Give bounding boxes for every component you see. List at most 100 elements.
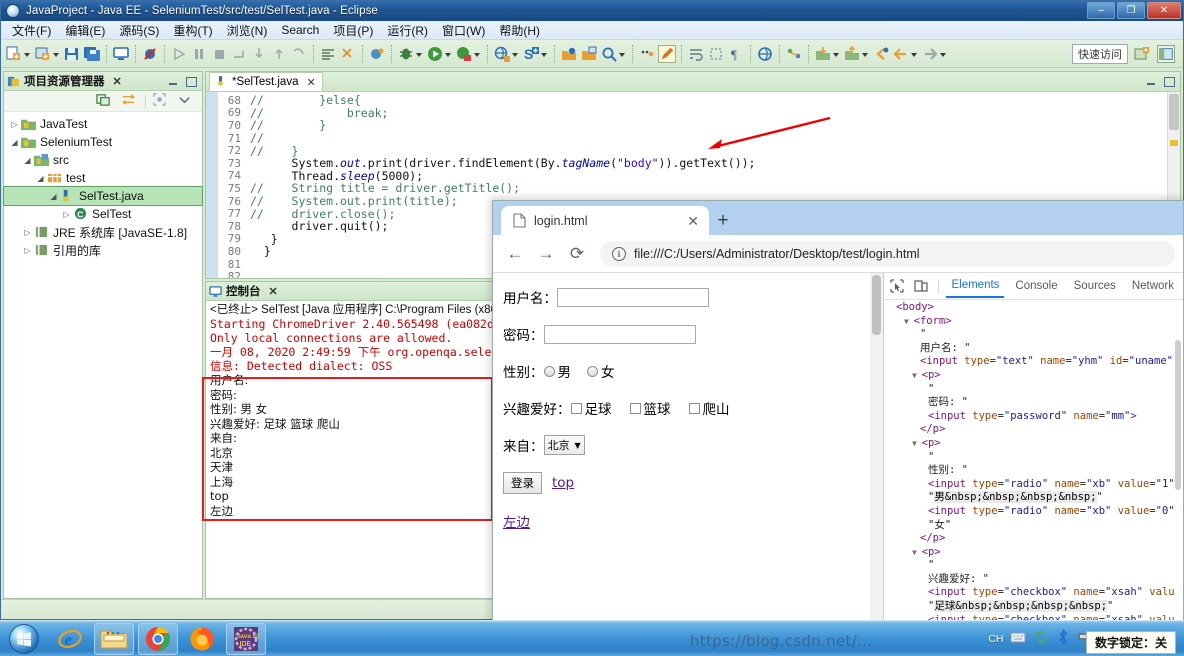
forward-button[interactable]: → <box>532 240 560 268</box>
new-file-icon[interactable] <box>5 45 23 63</box>
import-dropdown-icon[interactable] <box>833 45 840 63</box>
collapse-arrow-icon[interactable]: ◢ <box>34 174 47 183</box>
new-web-project-dropdown-icon[interactable] <box>512 45 519 63</box>
maximize-editor-icon[interactable] <box>1162 76 1175 87</box>
expand-arrow-icon[interactable]: ▷ <box>21 246 34 255</box>
menu-item-help[interactable]: 帮助(H) <box>492 21 547 40</box>
back-nav-icon[interactable] <box>892 45 910 63</box>
taskbar-google-chrome-icon[interactable] <box>138 622 178 655</box>
back-history-icon[interactable] <box>872 45 890 63</box>
dom-node-row[interactable]: 用户名: " <box>888 342 1183 356</box>
import-icon[interactable] <box>814 45 832 63</box>
show-whitespace-icon[interactable] <box>707 45 725 63</box>
dom-node-row[interactable]: </p> <box>888 532 1183 546</box>
dom-node-row[interactable]: ▼ <p> <box>888 369 1183 383</box>
tray-sync-icon[interactable] <box>1033 629 1049 648</box>
device-toolbar-icon[interactable] <box>912 277 930 295</box>
dom-node-row[interactable]: ▼ <form> <box>888 315 1183 329</box>
tree-item-referenced-libraries[interactable]: ▷ 引用的库 <box>4 241 202 259</box>
menu-item-project[interactable]: 项目(P) <box>326 21 380 40</box>
menu-item-run[interactable]: 运行(R) <box>380 21 435 40</box>
next-annotation-icon[interactable] <box>339 45 357 63</box>
pilcrow-icon[interactable]: ¶ <box>727 45 745 63</box>
export-icon[interactable] <box>843 45 861 63</box>
devtools-tab-elements[interactable]: Elements <box>946 275 1005 298</box>
password-input[interactable] <box>543 324 696 344</box>
wrap-text-icon[interactable] <box>687 45 705 63</box>
back-nav-dropdown-icon[interactable] <box>911 45 918 63</box>
dom-node-row[interactable]: 密码: " <box>888 396 1183 410</box>
dom-expand-arrow-icon[interactable]: ▼ <box>912 439 922 448</box>
left-link[interactable]: 左边 <box>503 511 530 531</box>
taskbar-firefox-icon[interactable] <box>182 623 222 655</box>
top-link[interactable]: top <box>552 475 574 491</box>
run-dropdown-icon[interactable] <box>445 45 452 63</box>
dom-node-row[interactable]: 性别: " <box>888 464 1183 478</box>
new-server-icon[interactable]: S <box>522 45 540 63</box>
taskbar-eclipse-javaee-icon[interactable]: Java EE IDE <box>226 622 266 655</box>
devtools-tab-sources[interactable]: Sources <box>1069 276 1121 297</box>
menu-item-file[interactable]: 文件(F) <box>5 21 58 40</box>
expand-arrow-icon[interactable]: ▷ <box>60 210 73 219</box>
dom-expand-arrow-icon[interactable]: ▼ <box>912 371 922 380</box>
new-wizard-dropdown-icon[interactable] <box>53 45 60 63</box>
devtools-tab-network[interactable]: Network <box>1127 276 1179 297</box>
tree-item-jre-library[interactable]: ▷ JRE 系统库 [JavaSE-1.8] <box>4 223 202 241</box>
expand-arrow-icon[interactable]: ▷ <box>8 120 21 129</box>
page-info-icon[interactable]: i <box>612 246 626 261</box>
project-explorer-close-icon[interactable]: ✕ <box>113 75 122 88</box>
tree-item-javatest[interactable]: ▷ JavaTest <box>4 115 202 133</box>
page-scrollbar[interactable] <box>870 273 883 629</box>
more-tools-icon[interactable] <box>638 45 656 63</box>
menu-item-refactor[interactable]: 重构(T) <box>166 21 219 40</box>
dom-tree[interactable]: <body> ▼ <form> " 用户名: " <input type="text" … <box>884 300 1183 629</box>
format-icon[interactable] <box>319 45 337 63</box>
dom-node-row[interactable]: " <box>888 383 1183 397</box>
dom-expand-arrow-icon[interactable]: ▼ <box>912 548 922 557</box>
edit-pen-icon[interactable] <box>658 44 676 63</box>
view-menu-icon[interactable] <box>177 92 195 110</box>
run-external-tools-icon[interactable] <box>455 45 473 63</box>
tree-item-seltest-class[interactable]: ▷ C SelTest <box>4 205 202 223</box>
collapse-all-icon[interactable] <box>96 92 114 110</box>
dom-node-row[interactable]: "男&nbsp;&nbsp;&nbsp;&nbsp;" <box>888 491 1183 505</box>
new-file-dropdown-icon[interactable] <box>24 45 31 63</box>
skip-breakpoints-icon[interactable] <box>141 45 159 63</box>
debug-icon[interactable] <box>397 45 415 63</box>
devtools-scrollbar[interactable] <box>1174 300 1183 629</box>
dom-node-row[interactable]: <input type="text" name="yhm" id="uname"… <box>888 355 1183 369</box>
taskbar-internet-explorer-icon[interactable]: e <box>50 623 90 655</box>
dom-node-row[interactable]: </p> <box>888 423 1183 437</box>
dom-node-row[interactable]: ▼ <p> <box>888 546 1183 560</box>
menu-item-window[interactable]: 窗口(W) <box>435 21 492 40</box>
devtools-tab-console[interactable]: Console <box>1010 276 1062 297</box>
dom-node-row[interactable]: <input type="radio" name="xb" value="1"> <box>888 478 1183 492</box>
dom-node-row[interactable]: "足球&nbsp;&nbsp;&nbsp;&nbsp;" <box>888 600 1183 614</box>
address-bar[interactable]: i file:///C:/Users/Administrator/Desktop… <box>600 240 1175 267</box>
from-select[interactable]: 北京 ▼ <box>543 435 585 455</box>
back-button[interactable]: ← <box>501 240 529 268</box>
menu-item-search[interactable]: Search <box>274 22 326 38</box>
hobby-climbing-checkbox[interactable] <box>688 402 700 414</box>
dom-node-row[interactable]: " <box>888 451 1183 465</box>
external-tools-dropdown-icon[interactable] <box>474 45 481 63</box>
maximize-button[interactable]: ❐ <box>1117 2 1145 19</box>
team-sync-icon[interactable] <box>785 45 803 63</box>
ime-indicator[interactable]: CH <box>988 633 1003 645</box>
tray-keyboard-icon[interactable] <box>1010 630 1026 647</box>
quick-access-input[interactable]: 快速访问 <box>1072 43 1128 64</box>
new-wizard-icon[interactable] <box>34 45 52 63</box>
forward-nav-icon[interactable] <box>921 45 939 63</box>
minimize-view-icon[interactable] <box>167 76 180 87</box>
open-type-icon[interactable] <box>560 45 578 63</box>
run-icon[interactable] <box>426 45 444 63</box>
console-close-icon[interactable]: ✕ <box>269 285 278 298</box>
hobby-football-checkbox[interactable] <box>570 402 582 414</box>
new-web-project-icon[interactable] <box>493 45 511 63</box>
gender-female-radio[interactable] <box>587 365 598 377</box>
focus-on-active-icon[interactable] <box>152 92 170 110</box>
dom-node-row[interactable]: <body> <box>888 301 1183 315</box>
close-button[interactable]: ✕ <box>1147 2 1181 19</box>
menu-item-source[interactable]: 源码(S) <box>112 21 166 40</box>
browser-tab-login[interactable]: login.html ✕ <box>501 206 709 235</box>
